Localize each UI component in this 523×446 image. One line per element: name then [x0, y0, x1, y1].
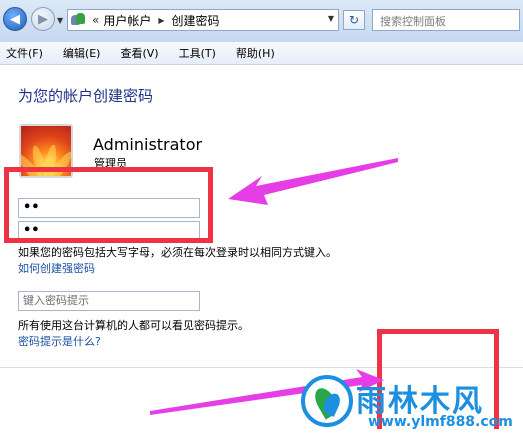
watermark-logo-icon [301, 375, 353, 427]
watermark-url: www.ylmf888.com [368, 414, 513, 430]
arrow-to-password-fields [228, 158, 398, 205]
